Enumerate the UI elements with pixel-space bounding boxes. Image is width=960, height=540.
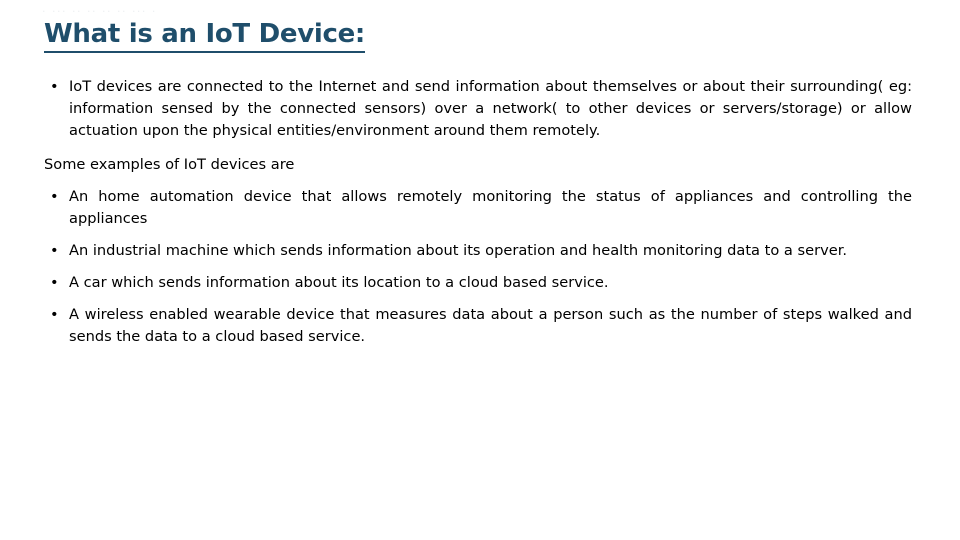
examples-lead-text: Some examples of IoT devices are (44, 156, 295, 173)
page-title-text: What is an IoT Device: (44, 19, 365, 53)
bullet-icon: • (50, 188, 59, 205)
page-title: What is an IoT Device: (44, 19, 365, 53)
list-item-wearable: • A wireless enabled wearable device tha… (44, 304, 912, 348)
list-item-intro: • IoT devices are connected to the Inter… (44, 76, 912, 142)
list-item-car: • A car which sends information about it… (44, 272, 912, 294)
list-item-text: An home automation device that allows re… (69, 188, 912, 227)
list-item-home-automation: • An home automation device that allows … (44, 186, 912, 230)
bullet-icon: • (50, 306, 59, 323)
bullet-icon: • (50, 274, 59, 291)
list-item-text: A car which sends information about its … (69, 274, 609, 291)
bullet-icon: • (50, 242, 59, 259)
clipped-text-artifact: · ··· ·· ·· ·· ·· ··· · (42, 7, 157, 17)
slide-canvas: · ··· ·· ·· ·· ·· ··· · What is an IoT D… (0, 0, 960, 540)
list-item-text: IoT devices are connected to the Interne… (69, 78, 912, 139)
bullet-icon: • (50, 78, 59, 95)
list-item-industrial-machine: • An industrial machine which sends info… (44, 240, 912, 262)
list-item-text: An industrial machine which sends inform… (69, 242, 848, 259)
slide-body: • IoT devices are connected to the Inter… (44, 76, 912, 357)
list-item-text: A wireless enabled wearable device that … (69, 306, 912, 345)
